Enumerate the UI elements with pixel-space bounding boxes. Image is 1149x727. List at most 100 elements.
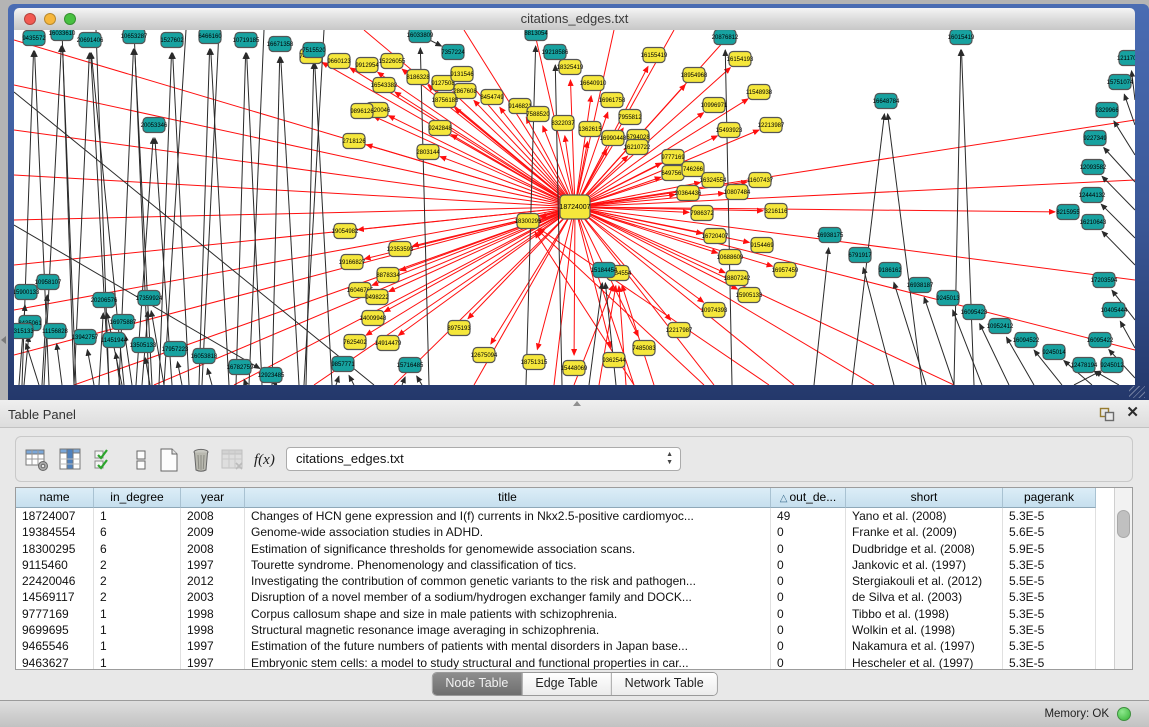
table-row[interactable]: 1872400712008Changes of HCN gene express… (16, 508, 1132, 524)
table-row[interactable]: 911546021997Tourette syndrome. Phenomeno… (16, 557, 1132, 573)
table-cell[interactable]: Yano et al. (2008) (846, 508, 1003, 524)
network-node[interactable]: 18300295 (515, 214, 542, 229)
citation-edge-black[interactable] (417, 376, 422, 385)
table-cell[interactable]: 2008 (181, 508, 245, 524)
network-node[interactable]: 9242848 (428, 121, 452, 136)
network-node[interactable]: 3216116 (765, 204, 789, 219)
column-header-title[interactable]: title (245, 488, 771, 508)
table-cell[interactable]: Changes of HCN gene expression and I(f) … (245, 508, 771, 524)
table-cell[interactable]: 18300295 (16, 541, 94, 557)
citation-edge-red[interactable] (14, 207, 575, 355)
table-cell[interactable]: 2 (94, 573, 181, 589)
network-node[interactable]: 12923485 (258, 368, 285, 383)
column-header-pagerank[interactable]: pagerank (1003, 488, 1096, 508)
table-cell[interactable]: 5.3E-5 (1003, 557, 1096, 573)
network-node[interactable]: 16640910 (580, 76, 607, 91)
network-node[interactable]: 12117099 (1117, 51, 1135, 66)
network-node[interactable]: 16095422 (1087, 333, 1114, 348)
network-node[interactable]: 9245014 (1042, 345, 1066, 360)
table-row[interactable]: 969969511998Structural magnetic resonanc… (16, 622, 1132, 638)
network-node[interactable]: 18325419 (557, 60, 584, 75)
network-node[interactable]: 19054982 (332, 224, 359, 239)
network-node[interactable]: 10958107 (35, 275, 62, 290)
network-node[interactable]: 9245013 (936, 291, 960, 306)
table-cell[interactable]: 0 (771, 524, 846, 540)
citation-edge-black[interactable] (99, 313, 103, 385)
network-node[interactable]: 16154193 (727, 52, 754, 67)
table-cell[interactable]: 2009 (181, 524, 245, 540)
table-cell[interactable]: 1997 (181, 655, 245, 670)
table-cell[interactable]: 5.3E-5 (1003, 508, 1096, 524)
network-node[interactable]: 7485083 (632, 341, 656, 356)
scrollbar-thumb[interactable] (1117, 510, 1130, 538)
network-node[interactable]: 6466160 (198, 30, 222, 44)
citation-edge-black[interactable] (1120, 321, 1135, 348)
network-node[interactable]: 9498222 (365, 290, 389, 305)
table-cell[interactable]: 1998 (181, 606, 245, 622)
import-table-icon[interactable] (220, 447, 246, 473)
citation-edge-black[interactable] (725, 50, 732, 385)
table-cell[interactable]: 22420046 (16, 573, 94, 589)
citation-edge-red[interactable] (574, 207, 575, 355)
column-header-in-degree[interactable]: in_degree (94, 488, 181, 508)
network-node[interactable]: 16033809 (407, 30, 434, 43)
network-node[interactable]: 17957223 (162, 342, 189, 357)
network-node[interactable]: 12353593 (387, 242, 414, 257)
network-node[interactable]: 15448069 (561, 361, 588, 376)
citation-edge-black[interactable] (961, 50, 974, 385)
network-node[interactable]: 10974393 (701, 303, 728, 318)
network-node[interactable]: 16155419 (641, 48, 668, 63)
table-cell[interactable]: 1 (94, 606, 181, 622)
table-cell[interactable]: Investigating the contribution of common… (245, 573, 771, 589)
network-node[interactable]: 8813054 (524, 30, 548, 41)
panel-collapse-handle[interactable] (1, 336, 6, 344)
table-cell[interactable]: 2012 (181, 573, 245, 589)
citation-edge-red[interactable] (389, 207, 575, 292)
table-cell[interactable]: 18724007 (16, 508, 94, 524)
table-cell[interactable]: 5.3E-5 (1003, 655, 1096, 670)
citation-edge-black[interactable] (281, 57, 299, 385)
table-row[interactable]: 1938455462009Genome-wide association stu… (16, 524, 1132, 540)
table-cell[interactable]: Structural magnetic resonance image aver… (245, 622, 771, 638)
table-cell[interactable]: Corpus callosum shape and size in male p… (245, 606, 771, 622)
table-cell[interactable]: 5.3E-5 (1003, 622, 1096, 638)
citation-edge-black[interactable] (349, 376, 354, 385)
network-node[interactable]: 16648784 (873, 94, 900, 109)
citation-edge-black[interactable] (315, 63, 332, 385)
citation-edge-red[interactable] (554, 207, 575, 385)
function-builder-icon[interactable]: f(x) (254, 447, 280, 473)
network-node[interactable]: 11607437 (747, 173, 774, 188)
network-node[interactable]: 20691406 (77, 33, 104, 48)
network-node[interactable]: 9186162 (878, 263, 902, 278)
citation-edge-red[interactable] (14, 207, 575, 265)
network-node[interactable]: 16990448 (600, 131, 627, 146)
network-node[interactable]: 16975887 (110, 315, 137, 330)
network-node[interactable]: 14009948 (360, 311, 387, 326)
network-node[interactable]: 18954968 (681, 68, 708, 83)
citation-edge-black[interactable] (924, 297, 954, 385)
network-node[interactable]: 15184454 (591, 263, 618, 278)
network-node[interactable]: 9227349 (1083, 131, 1107, 146)
table-mode-icon[interactable] (24, 447, 50, 473)
table-cell[interactable]: Tibbo et al. (1998) (846, 606, 1003, 622)
table-cell[interactable]: 49 (771, 508, 846, 524)
network-node[interactable]: 19218586 (542, 45, 569, 60)
table-cell[interactable]: 5.6E-5 (1003, 524, 1096, 540)
citation-edge-black[interactable] (272, 57, 280, 385)
network-node[interactable]: 9154469 (750, 238, 774, 253)
table-cell[interactable]: 9699695 (16, 622, 94, 638)
network-window-titlebar[interactable]: citations_edges.txt (14, 8, 1135, 31)
citation-edge-black[interactable] (57, 344, 62, 385)
network-node[interactable]: 2718126 (342, 134, 366, 149)
citation-edge-black[interactable] (164, 30, 186, 385)
network-node[interactable]: 16053818 (191, 349, 218, 364)
table-cell[interactable]: 0 (771, 622, 846, 638)
network-node[interactable]: 11451944 (101, 333, 128, 348)
citation-edge-black[interactable] (247, 53, 262, 385)
column-header-out-de-[interactable]: △out_de... (771, 488, 846, 508)
citation-edge-black[interactable] (1102, 176, 1135, 210)
network-node[interactable]: 13505133 (130, 338, 157, 353)
network-node[interactable]: 20206576 (91, 293, 118, 308)
table-cell[interactable]: 0 (771, 573, 846, 589)
network-node[interactable]: 8322037 (551, 116, 575, 131)
